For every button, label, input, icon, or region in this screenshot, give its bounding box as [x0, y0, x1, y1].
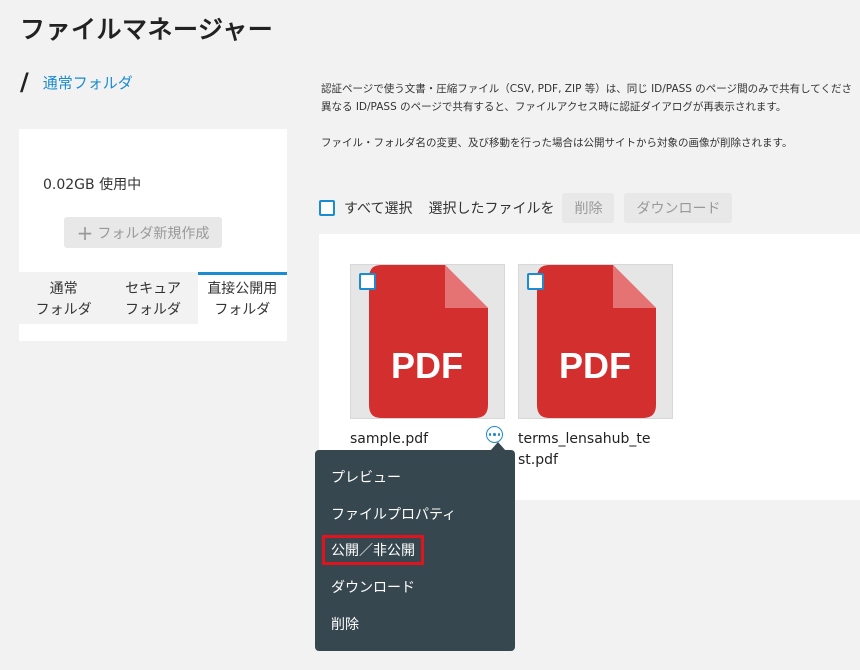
tab-label-line1: セキュア: [125, 280, 181, 297]
breadcrumb: / 通常フォルダ: [20, 68, 133, 96]
select-all-label[interactable]: すべて選択: [344, 198, 412, 218]
delete-button[interactable]: 削除: [562, 193, 615, 223]
menu-item-file-properties[interactable]: ファイルプロパティ: [331, 504, 456, 524]
select-all-checkbox[interactable]: [319, 200, 335, 216]
tab-normal-folder[interactable]: 通常 フォルダ: [19, 272, 109, 324]
notice-text: 認証ページで使う文書・圧縮ファイル（CSV, PDF, ZIP 等）は、同じ I…: [321, 80, 860, 152]
file-card[interactable]: PDF sample.pdf: [350, 264, 505, 450]
file-card[interactable]: PDF terms_lensahub_test.pdf: [518, 264, 673, 471]
file-checkbox[interactable]: [527, 273, 544, 290]
file-toolbar: すべて選択 選択したファイルを 削除 ダウンロード: [319, 193, 733, 223]
tab-label-line1: 直接公開用: [207, 280, 278, 297]
pdf-icon-label: PDF: [559, 345, 631, 386]
pdf-icon-label: PDF: [391, 345, 463, 386]
page-title: ファイルマネージャー: [20, 15, 274, 44]
file-thumbnail[interactable]: PDF: [350, 264, 505, 419]
file-context-menu: プレビュー ファイルプロパティ 公開／非公開 ダウンロード 削除: [315, 450, 515, 651]
sidebar: 0.02GB 使用中 + フォルダ新規作成 通常 フォルダ セキュア フォルダ …: [19, 129, 287, 341]
plus-icon: +: [76, 220, 94, 245]
tab-secure-folder[interactable]: セキュア フォルダ: [108, 272, 198, 324]
tab-label-line2: フォルダ: [35, 301, 92, 318]
pdf-file-icon: PDF: [537, 265, 656, 418]
tab-direct-public-folder[interactable]: 直接公開用 フォルダ: [197, 272, 287, 324]
menu-item-download[interactable]: ダウンロード: [331, 577, 415, 597]
storage-usage: 0.02GB 使用中: [43, 177, 142, 193]
menu-item-preview[interactable]: プレビュー: [331, 467, 401, 487]
file-thumbnail[interactable]: PDF: [518, 264, 673, 419]
pdf-file-icon: PDF: [369, 265, 488, 418]
notice-line: ファイル・フォルダ名の変更、及び移動を行った場合は公開サイトから対象の画像が削除…: [321, 137, 793, 149]
menu-item-delete[interactable]: 削除: [331, 614, 359, 634]
tab-label-line1: 通常: [49, 280, 78, 297]
selected-files-label: 選択したファイルを: [428, 201, 555, 217]
file-name[interactable]: terms_lensahub_test.pdf: [518, 429, 653, 471]
new-folder-label: フォルダ新規作成: [97, 225, 210, 242]
menu-item-publish-toggle[interactable]: 公開／非公開: [322, 535, 424, 565]
more-options-icon[interactable]: [486, 426, 503, 443]
breadcrumb-current-folder[interactable]: 通常フォルダ: [43, 72, 133, 93]
notice-line: 異なる ID/PASS のページで共有すると、ファイルアクセス時に認証ダイアログ…: [321, 101, 787, 113]
file-name[interactable]: sample.pdf: [350, 429, 485, 450]
file-checkbox[interactable]: [359, 273, 376, 290]
breadcrumb-separator: /: [20, 68, 29, 96]
tab-label-line2: フォルダ: [214, 301, 271, 318]
notice-line: 認証ページで使う文書・圧縮ファイル（CSV, PDF, ZIP 等）は、同じ I…: [321, 83, 852, 95]
tab-label-line2: フォルダ: [124, 301, 181, 318]
new-folder-button[interactable]: + フォルダ新規作成: [64, 217, 222, 248]
download-button[interactable]: ダウンロード: [624, 193, 733, 223]
folder-tabs: 通常 フォルダ セキュア フォルダ 直接公開用 フォルダ: [19, 272, 287, 324]
